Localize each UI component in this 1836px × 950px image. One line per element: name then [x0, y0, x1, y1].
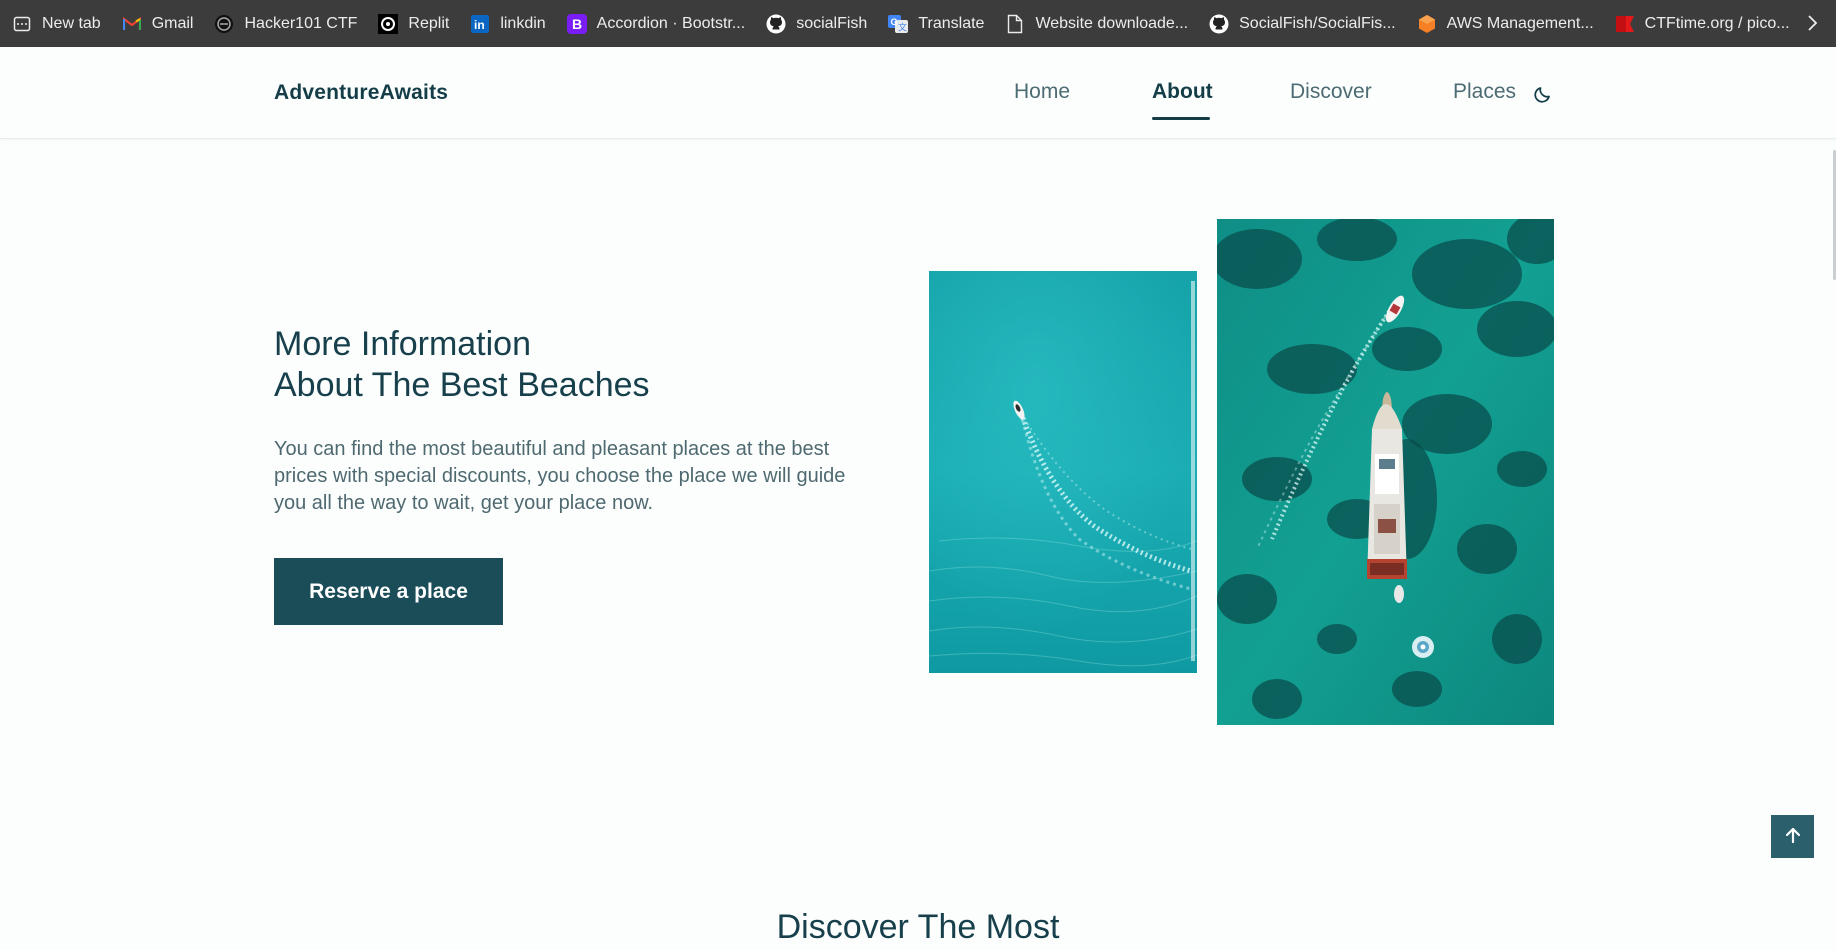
bookmark-aws[interactable]: AWS Management...: [1417, 0, 1594, 47]
about-title-line2: About The Best Beaches: [274, 366, 650, 404]
discover-title: Discover The Most: [776, 908, 1060, 946]
bookmark-label: SocialFish/SocialFis...: [1239, 14, 1396, 32]
hacker101-icon: [214, 14, 234, 34]
github-icon: [766, 14, 786, 34]
bookmark-label: New tab: [42, 14, 101, 32]
aws-icon: [1417, 14, 1437, 34]
bookmark-translate[interactable]: G文 Translate: [888, 0, 984, 47]
github-icon: [1209, 14, 1229, 34]
bookmark-website-downloader[interactable]: Website downloade...: [1005, 0, 1188, 47]
reserve-place-button[interactable]: Reserve a place: [274, 558, 503, 625]
nav-home[interactable]: Home: [1014, 80, 1070, 104]
bookmark-hacker101[interactable]: Hacker101 CTF: [214, 0, 357, 47]
bookmark-bootstrap[interactable]: B Accordion · Bootstr...: [566, 0, 746, 47]
about-image-large: [1217, 219, 1554, 725]
nav-active-indicator: [1152, 117, 1210, 120]
nav-about[interactable]: About: [1152, 80, 1213, 104]
bookmark-label: AWS Management...: [1446, 14, 1594, 32]
bookmark-label: CTFtime.org / pico...: [1644, 14, 1790, 32]
bookmark-gmail[interactable]: Gmail: [122, 0, 194, 47]
bookmark-label: Hacker101 CTF: [244, 14, 358, 32]
scroll-top-button[interactable]: [1771, 815, 1814, 858]
document-icon: [1005, 14, 1025, 34]
gmail-icon: [122, 14, 142, 34]
moon-icon[interactable]: [1532, 83, 1554, 105]
bookmarks-bar: New tab Gmail Hacker101 CTF Replit in li…: [0, 0, 1836, 47]
bookmark-linkedin[interactable]: in linkdin: [470, 0, 546, 47]
bookmark-label: Website downloade...: [1035, 14, 1189, 32]
svg-text:B: B: [572, 16, 582, 32]
arrow-up-icon: [1783, 825, 1803, 848]
about-title: More Information About The Best Beaches: [274, 324, 650, 406]
nav-discover[interactable]: Discover: [1290, 80, 1372, 104]
chevron-right-icon[interactable]: [1802, 12, 1822, 34]
bookmark-label: socialFish: [796, 14, 868, 32]
bookmark-label: Replit: [408, 14, 450, 32]
bookmark-label: Translate: [918, 14, 985, 32]
bookmark-new-tab[interactable]: New tab: [12, 0, 101, 47]
svg-text:文: 文: [898, 21, 907, 32]
translate-icon: G文: [888, 14, 909, 34]
bookmark-socialfish-repo[interactable]: SocialFish/SocialFis...: [1209, 0, 1396, 47]
linkedin-icon: in: [470, 14, 490, 34]
bookmark-label: Accordion · Bootstr...: [596, 14, 746, 32]
bookmark-ctftime[interactable]: CTFtime.org / pico...: [1615, 0, 1790, 47]
svg-text:in: in: [474, 18, 485, 32]
replit-icon: [378, 13, 399, 34]
new-tab-icon: [12, 14, 32, 34]
bootstrap-icon: B: [566, 13, 587, 34]
about-title-line1: More Information: [274, 325, 531, 363]
svg-text:G: G: [891, 17, 898, 27]
site-logo[interactable]: AdventureAwaits: [274, 81, 448, 105]
about-description: You can find the most beautiful and plea…: [274, 438, 846, 514]
nav-places[interactable]: Places: [1453, 80, 1516, 104]
ctftime-icon: [1615, 14, 1635, 34]
site-header: AdventureAwaits Home About Discover Plac…: [0, 47, 1836, 139]
bookmark-replit[interactable]: Replit: [378, 0, 449, 47]
bookmark-label: linkdin: [500, 14, 546, 32]
bookmark-label: Gmail: [151, 14, 194, 32]
about-image-small: [929, 271, 1197, 673]
bookmark-socialfish[interactable]: socialFish: [766, 0, 867, 47]
